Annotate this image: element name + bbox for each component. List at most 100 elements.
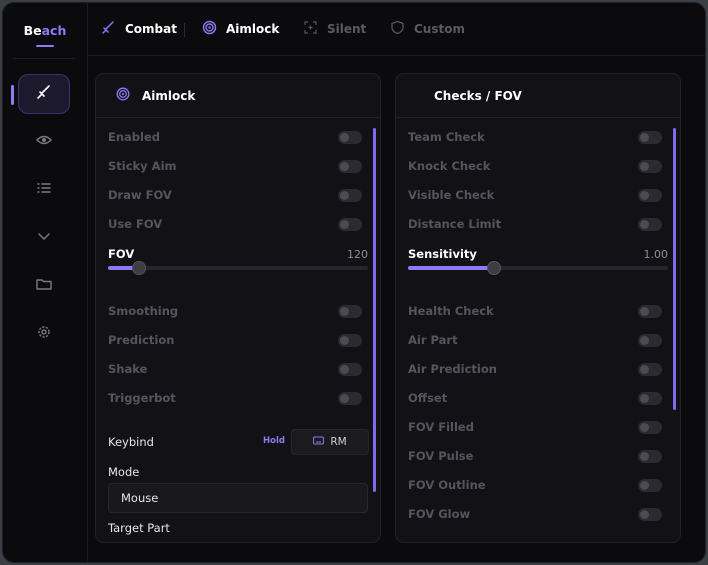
toggle-label: Air Part (408, 333, 458, 347)
toggle-switch[interactable] (338, 362, 362, 376)
mode-select[interactable]: Mouse (108, 483, 368, 513)
toggle-switch[interactable] (638, 478, 662, 492)
brand-logo: Beach (3, 23, 87, 38)
panel-title: Checks / FOV (434, 88, 522, 103)
toggle-switch[interactable] (338, 130, 362, 144)
toggle-row-air-part[interactable]: Air Part (408, 330, 662, 350)
tab-bar: Combat Aimlock Silent Custom (87, 3, 705, 56)
active-indicator (11, 85, 14, 105)
toggle-row-shake[interactable]: Shake (108, 359, 362, 379)
toggle-switch[interactable] (638, 420, 662, 434)
sensitivity-slider-label: Sensitivity 1.00 (408, 246, 668, 262)
slider-value: 120 (347, 247, 368, 261)
toggle-label: Knock Check (408, 159, 491, 173)
toggle-switch[interactable] (638, 159, 662, 173)
toggle-row-enabled[interactable]: Enabled (108, 127, 362, 147)
tab-combat[interactable]: Combat (101, 3, 177, 55)
toggle-row-prediction[interactable]: Prediction (108, 330, 362, 350)
list-icon (35, 179, 53, 201)
toggle-switch[interactable] (638, 391, 662, 405)
toggle-row-offset[interactable]: Offset (408, 388, 662, 408)
toggle-switch[interactable] (338, 391, 362, 405)
toggle-switch[interactable] (338, 188, 362, 202)
brand-text-part1: Be (23, 23, 42, 38)
toggle-row-fov-pulse[interactable]: FOV Pulse (408, 446, 662, 466)
divider (13, 58, 75, 59)
toggle-label: Distance Limit (408, 217, 502, 231)
toggle-row-sticky-aim[interactable]: Sticky Aim (108, 156, 362, 176)
app-window: Beach Combat Aimlock Silent Custom Aimlo… (2, 2, 706, 563)
sidebar-item-configs[interactable] (18, 266, 70, 306)
toggle-switch[interactable] (638, 333, 662, 347)
toggle-label: Triggerbot (108, 391, 176, 405)
toggle-label: Enabled (108, 130, 161, 144)
toggle-switch[interactable] (338, 159, 362, 173)
folder-icon (35, 275, 53, 297)
tab-label: Silent (327, 22, 367, 36)
toggle-label: Sticky Aim (108, 159, 177, 173)
toggle-row-fov-filled[interactable]: FOV Filled (408, 417, 662, 437)
toggle-switch[interactable] (638, 130, 662, 144)
tab-custom[interactable]: Custom (390, 3, 465, 55)
sidebar-item-visuals[interactable] (18, 122, 70, 162)
toggle-switch[interactable] (638, 449, 662, 463)
keybind-button[interactable]: RM (291, 429, 369, 455)
toggle-row-smoothing[interactable]: Smoothing (108, 301, 362, 321)
panel-header: Aimlock (96, 74, 380, 118)
tab-silent[interactable]: Silent (303, 3, 366, 55)
toggle-switch[interactable] (338, 333, 362, 347)
sidebar-item-list[interactable] (18, 170, 70, 210)
gear-icon (35, 323, 53, 345)
tab-aimlock[interactable]: Aimlock (202, 3, 279, 55)
keybind-label: Keybind (108, 435, 154, 449)
tab-label: Combat (125, 22, 177, 36)
toggle-switch[interactable] (638, 188, 662, 202)
toggle-label: FOV Pulse (408, 449, 474, 463)
slider-title: Sensitivity (408, 247, 477, 261)
toggle-switch[interactable] (638, 362, 662, 376)
panel-title: Aimlock (142, 88, 196, 103)
toggle-label: Smoothing (108, 304, 179, 318)
toggle-label: Health Check (408, 304, 494, 318)
sword-icon (101, 20, 116, 38)
crosshair-icon (303, 20, 318, 38)
sidebar-item-more[interactable] (18, 218, 70, 258)
tab-label: Aimlock (226, 22, 280, 36)
scrollbar[interactable] (373, 128, 376, 492)
slider-fill (408, 266, 494, 270)
toggle-row-draw-fov[interactable]: Draw FOV (108, 185, 362, 205)
slider-thumb[interactable] (486, 261, 501, 275)
toggle-row-visible-check[interactable]: Visible Check (408, 185, 662, 205)
toggle-row-fov-glow[interactable]: FOV Glow (408, 504, 662, 524)
toggle-label: Visible Check (408, 188, 495, 202)
toggle-row-distance-limit[interactable]: Distance Limit (408, 214, 662, 234)
toggle-label: FOV Outline (408, 478, 486, 492)
sidebar-item-combat[interactable] (18, 74, 70, 114)
sensitivity-slider[interactable] (408, 261, 668, 275)
toggle-switch[interactable] (638, 217, 662, 231)
toggle-label: Air Prediction (408, 362, 497, 376)
scrollbar[interactable] (673, 128, 676, 410)
toggle-row-knock-check[interactable]: Knock Check (408, 156, 662, 176)
toggle-switch[interactable] (638, 304, 662, 318)
target-icon (202, 20, 217, 38)
toggle-switch[interactable] (338, 304, 362, 318)
slider-thumb[interactable] (132, 261, 147, 275)
toggle-row-team-check[interactable]: Team Check (408, 127, 662, 147)
toggle-switch[interactable] (638, 507, 662, 521)
toggle-row-health-check[interactable]: Health Check (408, 301, 662, 321)
checks-fov-panel: Checks / FOV Team Check Knock Check Visi… (395, 73, 681, 543)
mode-label: Mode (108, 465, 140, 479)
toggle-row-air-prediction[interactable]: Air Prediction (408, 359, 662, 379)
aimlock-panel: Aimlock Enabled Sticky Aim Draw FOV Use … (95, 73, 381, 543)
keyboard-icon (313, 435, 325, 449)
shield-icon (390, 20, 405, 38)
toggle-switch[interactable] (338, 217, 362, 231)
fov-slider[interactable] (108, 261, 368, 275)
toggle-row-use-fov[interactable]: Use FOV (108, 214, 362, 234)
target-part-label: Target Part (108, 521, 170, 535)
toggle-row-triggerbot[interactable]: Triggerbot (108, 388, 362, 408)
sidebar-item-settings[interactable] (18, 314, 70, 354)
keybind-mode-tag[interactable]: Hold (263, 436, 285, 446)
toggle-row-fov-outline[interactable]: FOV Outline (408, 475, 662, 495)
